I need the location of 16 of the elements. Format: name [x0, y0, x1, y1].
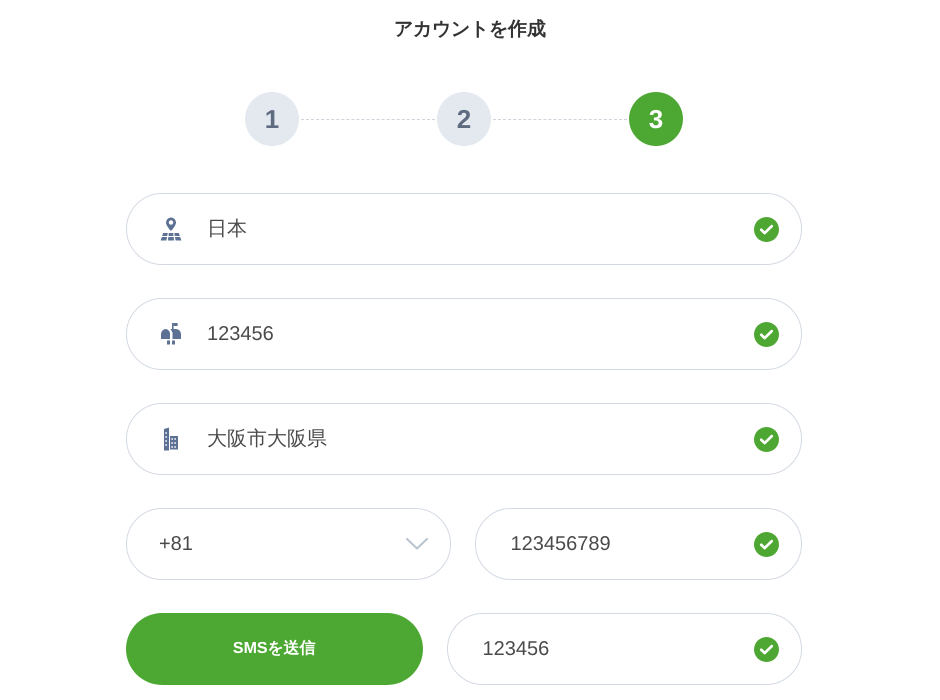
field-value: 123456	[482, 637, 550, 662]
mailbox-icon	[159, 322, 183, 346]
input-field[interactable]: 123456	[126, 298, 802, 370]
input-field[interactable]: 123456789	[474, 508, 802, 580]
field-value: 大阪市大阪県	[207, 427, 328, 452]
country-code-select[interactable]: +81	[126, 508, 450, 580]
input-field[interactable]: 大阪市大阪県	[126, 403, 802, 475]
field-value: 日本	[207, 217, 248, 242]
chevron-down-icon	[406, 538, 428, 550]
field-value: 123456	[207, 322, 275, 347]
map-pin-icon	[159, 217, 183, 241]
field-value: 123456789	[510, 532, 612, 557]
page-title: アカウントを作成	[394, 18, 546, 42]
input-field[interactable]: 日本	[126, 193, 802, 265]
input-field[interactable]: 123456	[446, 613, 802, 685]
select-value: +81	[159, 532, 194, 557]
